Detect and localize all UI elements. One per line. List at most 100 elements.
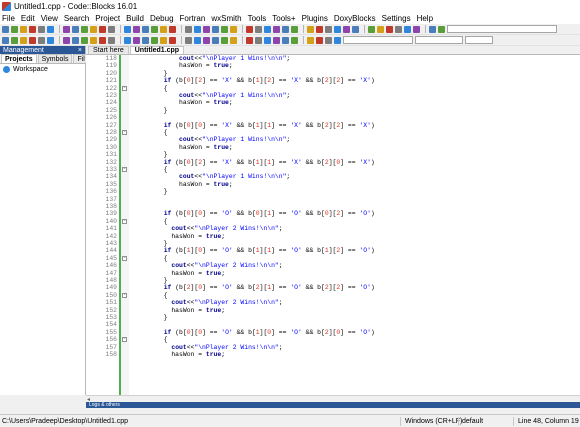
toolbar-button-icon[interactable] [11, 25, 18, 33]
toolbar-button-icon[interactable] [255, 25, 262, 33]
toolbar-button-icon[interactable] [273, 36, 280, 44]
menu-item-doxyblocks[interactable]: DoxyBlocks [334, 14, 376, 23]
menu-item-edit[interactable]: Edit [21, 14, 35, 23]
menu-item-plugins[interactable]: Plugins [302, 14, 328, 23]
code-editor[interactable]: 118 cout<<"\nPlayer 1 Wins!\n\n"; 119 has… [86, 55, 580, 395]
toolbar-button-icon[interactable] [185, 25, 192, 33]
toolbar-button-icon[interactable] [63, 25, 70, 33]
toolbar-button-icon[interactable] [63, 36, 70, 44]
toolbar-button-icon[interactable] [124, 25, 131, 33]
toolbar-button-icon[interactable] [212, 36, 219, 44]
menu-item-help[interactable]: Help [417, 14, 433, 23]
menu-item-project[interactable]: Project [95, 14, 120, 23]
toolbar-button-icon[interactable] [142, 36, 149, 44]
toolbar-button-icon[interactable] [325, 25, 332, 33]
toolbar-button-icon[interactable] [404, 25, 411, 33]
menu-item-tools[interactable]: Tools+ [272, 14, 295, 23]
toolbar-button-icon[interactable] [90, 36, 97, 44]
toolbar-button-icon[interactable] [307, 36, 314, 44]
toolbar-button-icon[interactable] [151, 36, 158, 44]
toolbar-button-icon[interactable] [246, 25, 253, 33]
toolbar-button-icon[interactable] [316, 25, 323, 33]
toolbar-button-icon[interactable] [194, 25, 201, 33]
toolbar-button-icon[interactable] [29, 25, 36, 33]
toolbar-button-icon[interactable] [282, 36, 289, 44]
toolbar-button-icon[interactable] [282, 25, 289, 33]
toolbar-button-icon[interactable] [386, 25, 393, 33]
toolbar-button-icon[interactable] [11, 36, 18, 44]
toolbar-button-icon[interactable] [20, 36, 27, 44]
toolbar-button-icon[interactable] [316, 36, 323, 44]
toolbar-button-icon[interactable] [325, 36, 332, 44]
fold-toggle-icon[interactable]: - [122, 255, 127, 261]
toolbar-button-icon[interactable] [2, 25, 9, 33]
menu-item-file[interactable]: File [2, 14, 15, 23]
toolbar-button-icon[interactable] [81, 36, 88, 44]
toolbar-button-icon[interactable] [185, 36, 192, 44]
toolbar-button-icon[interactable] [352, 25, 359, 33]
fold-toggle-icon[interactable]: - [122, 218, 127, 224]
toolbar-button-icon[interactable] [47, 25, 54, 33]
toolbar-button-icon[interactable] [395, 25, 402, 33]
toolbar-button-icon[interactable] [230, 25, 237, 33]
fold-toggle-icon[interactable]: - [122, 130, 127, 135]
fold-toggle-icon[interactable]: - [122, 337, 127, 343]
editor-tab-start-here[interactable]: Start here [88, 46, 129, 54]
toolbar-button-icon[interactable] [99, 36, 106, 44]
toolbar-button-icon[interactable] [334, 36, 341, 44]
toolbar-button-icon[interactable] [246, 36, 253, 44]
toolbar-button-icon[interactable] [169, 25, 176, 33]
toolbar-button-icon[interactable] [160, 25, 167, 33]
toolbar-button-icon[interactable] [273, 25, 280, 33]
tab-symbols[interactable]: Symbols [37, 54, 73, 63]
menu-item-settings[interactable]: Settings [382, 14, 411, 23]
fold-toggle-icon[interactable]: - [122, 167, 127, 172]
toolbar-combo[interactable] [415, 36, 463, 44]
toolbar-button-icon[interactable] [203, 25, 210, 33]
toolbar-button-icon[interactable] [133, 25, 140, 33]
toolbar-combo[interactable] [447, 25, 557, 33]
toolbar-combo[interactable] [465, 36, 493, 44]
toolbar-button-icon[interactable] [221, 25, 228, 33]
toolbar-button-icon[interactable] [334, 25, 341, 33]
toolbar-button-icon[interactable] [291, 25, 298, 33]
toolbar-button-icon[interactable] [429, 25, 436, 33]
toolbar-button-icon[interactable] [90, 25, 97, 33]
horizontal-scrollbar[interactable]: ◂ [86, 395, 580, 403]
toolbar-button-icon[interactable] [142, 25, 149, 33]
toolbar-button-icon[interactable] [133, 36, 140, 44]
toolbar-button-icon[interactable] [108, 36, 115, 44]
toolbar-button-icon[interactable] [438, 25, 445, 33]
toolbar-button-icon[interactable] [81, 25, 88, 33]
fold-toggle-icon[interactable]: - [122, 85, 127, 91]
toolbar-button-icon[interactable] [29, 36, 36, 44]
toolbar-button-icon[interactable] [377, 25, 384, 33]
toolbar-button-icon[interactable] [160, 36, 167, 44]
toolbar-button-icon[interactable] [307, 25, 314, 33]
toolbar-button-icon[interactable] [38, 36, 45, 44]
toolbar-button-icon[interactable] [72, 25, 79, 33]
toolbar-button-icon[interactable] [221, 36, 228, 44]
menu-item-wxsmith[interactable]: wxSmith [211, 14, 241, 23]
workspace-label[interactable]: Workspace [13, 66, 48, 73]
toolbar-button-icon[interactable] [151, 25, 158, 33]
editor-tab-untitled1[interactable]: Untitled1.cpp [129, 46, 185, 54]
toolbar-button-icon[interactable] [108, 25, 115, 33]
toolbar-button-icon[interactable] [169, 36, 176, 44]
logs-panel-header[interactable]: Logs & others [86, 402, 580, 408]
close-icon[interactable]: × [78, 47, 82, 54]
fold-toggle-icon[interactable]: - [122, 292, 127, 298]
toolbar-button-icon[interactable] [255, 36, 262, 44]
menu-item-fortran[interactable]: Fortran [180, 14, 206, 23]
toolbar-button-icon[interactable] [291, 36, 298, 44]
toolbar-button-icon[interactable] [413, 25, 420, 33]
toolbar-button-icon[interactable] [203, 36, 210, 44]
menu-item-search[interactable]: Search [64, 14, 89, 23]
menu-item-build[interactable]: Build [126, 14, 144, 23]
menu-item-tools[interactable]: Tools [248, 14, 267, 23]
toolbar-button-icon[interactable] [124, 36, 131, 44]
toolbar-button-icon[interactable] [99, 25, 106, 33]
menu-item-debug[interactable]: Debug [150, 14, 174, 23]
toolbar-button-icon[interactable] [264, 25, 271, 33]
toolbar-button-icon[interactable] [368, 25, 375, 33]
